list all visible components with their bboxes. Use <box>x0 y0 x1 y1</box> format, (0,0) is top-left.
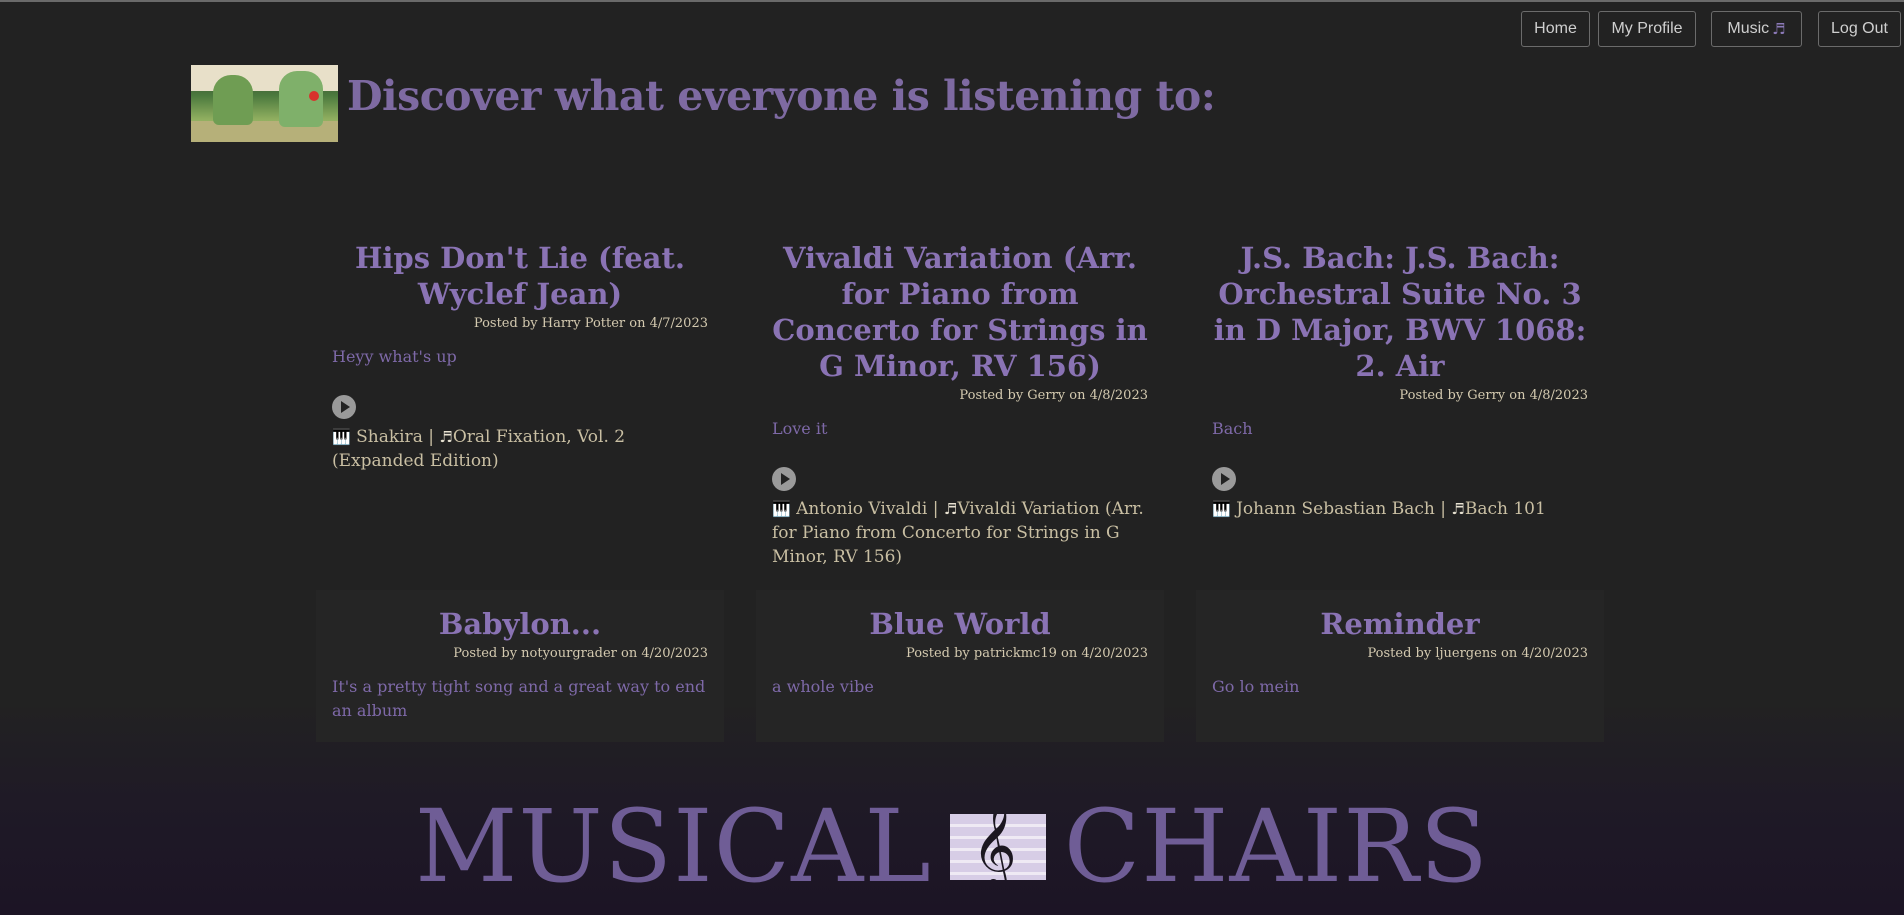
post-title[interactable]: J.S. Bach: J.S. Bach: Orchestral Suite N… <box>1212 240 1588 384</box>
post-body: It's a pretty tight song and a great way… <box>332 677 706 720</box>
separator: | <box>932 499 939 519</box>
clef-glyph: 𝄞 <box>971 814 1017 880</box>
nav-home-button[interactable]: Home <box>1521 11 1590 47</box>
post-meta: Posted by notyourgrader on 4/20/2023 <box>453 646 708 661</box>
post-meta: Posted by Harry Potter on 4/7/2023 <box>473 316 708 331</box>
post-title[interactable]: Reminder <box>1212 606 1588 642</box>
post-body: Love it <box>772 419 828 438</box>
track-artist: Shakira <box>356 427 423 447</box>
nav-music-button[interactable]: Music ♬ <box>1711 11 1802 47</box>
music-note-icon: ♬ <box>1451 500 1465 518</box>
logo-word-chairs: CHAIRS <box>1063 788 1490 905</box>
post-card: J.S. Bach: J.S. Bach: Orchestral Suite N… <box>1196 240 1604 521</box>
post-card: Babylon... Posted by notyourgrader on 4/… <box>316 590 724 742</box>
piano-icon: 🎹 <box>1212 500 1231 518</box>
nav-logout-button[interactable]: Log Out <box>1818 11 1901 47</box>
header-banner-image <box>191 65 338 142</box>
post-body: a whole vibe <box>772 677 874 696</box>
nav-logout-label: Log Out <box>1831 20 1888 37</box>
treble-clef-icon: 𝄞 <box>949 814 1046 880</box>
nav-music-label: Music <box>1727 20 1770 37</box>
post-title[interactable]: Vivaldi Variation (Arr. for Piano from C… <box>772 240 1148 384</box>
track-album: Bach 101 <box>1464 499 1546 519</box>
window-top-border <box>0 0 1904 2</box>
play-icon[interactable] <box>332 395 356 419</box>
post-body: Bach <box>1212 419 1253 438</box>
post-meta: Posted by patrickmc19 on 4/20/2023 <box>906 646 1148 661</box>
post-title[interactable]: Hips Don't Lie (feat. Wyclef Jean) <box>332 240 708 312</box>
track-artist: Johann Sebastian Bach <box>1236 499 1435 519</box>
nav-home-label: Home <box>1534 20 1577 37</box>
post-card: Reminder Posted by ljuergens on 4/20/202… <box>1196 590 1604 742</box>
post-meta: Posted by Gerry on 4/8/2023 <box>1399 388 1588 403</box>
post-meta: Posted by Gerry on 4/8/2023 <box>959 388 1148 403</box>
music-note-icon: ♬ <box>943 500 958 518</box>
track-info: 🎹 Johann Sebastian Bach | ♬Bach 101 <box>1212 497 1588 521</box>
post-card: Hips Don't Lie (feat. Wyclef Jean) Poste… <box>316 240 724 473</box>
post-body: Go lo mein <box>1212 677 1300 696</box>
page-title: Discover what everyone is listening to: <box>347 72 1216 120</box>
track-info: 🎹 Shakira | ♬Oral Fixation, Vol. 2 (Expa… <box>332 425 708 473</box>
top-nav: Home My Profile Music ♬ Log Out <box>0 11 1904 49</box>
separator: | <box>428 427 434 447</box>
music-note-icon: ♬ <box>439 428 453 446</box>
nav-profile-button[interactable]: My Profile <box>1598 11 1696 47</box>
separator: | <box>1440 499 1446 519</box>
post-title[interactable]: Blue World <box>772 606 1148 642</box>
piano-icon: 🎹 <box>332 428 351 446</box>
post-meta: Posted by ljuergens on 4/20/2023 <box>1367 646 1588 661</box>
play-icon[interactable] <box>772 467 796 491</box>
nav-profile-label: My Profile <box>1611 20 1683 37</box>
post-body: Heyy what's up <box>332 347 457 366</box>
footer-logo: MUSICAL 𝄞 CHAIRS <box>0 792 1904 902</box>
music-note-icon: ♬ <box>1772 20 1786 38</box>
play-icon[interactable] <box>1212 467 1236 491</box>
track-info: 🎹 Antonio Vivaldi | ♬Vivaldi Variation (… <box>772 497 1148 569</box>
post-card: Blue World Posted by patrickmc19 on 4/20… <box>756 590 1164 742</box>
track-artist: Antonio Vivaldi <box>796 499 928 519</box>
logo-word-musical: MUSICAL <box>414 788 932 905</box>
piano-icon: 🎹 <box>772 500 791 518</box>
post-title[interactable]: Babylon... <box>332 606 708 642</box>
post-card: Vivaldi Variation (Arr. for Piano from C… <box>756 240 1164 569</box>
